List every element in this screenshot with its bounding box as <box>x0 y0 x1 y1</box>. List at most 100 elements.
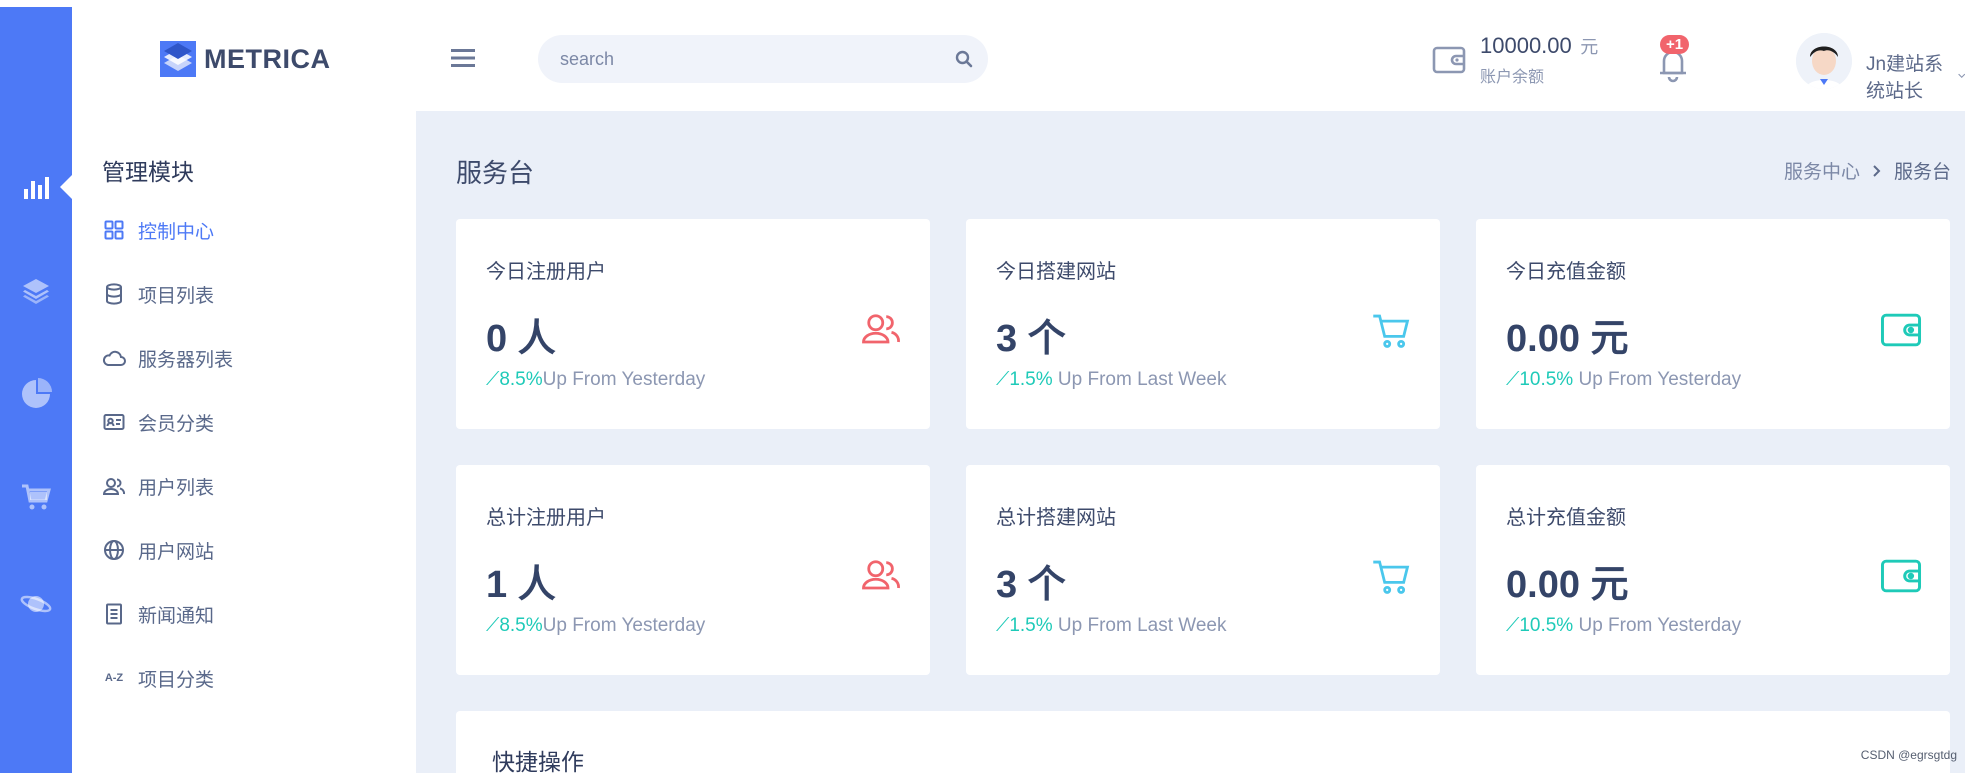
card-trend: ⟋1.5% Up From Last Week <box>996 369 1227 391</box>
cart-icon <box>22 484 51 510</box>
rail-layers-button[interactable] <box>0 260 72 320</box>
sidebar-item-dashboard[interactable]: 控制中心 <box>102 215 214 245</box>
trend-value: 8.5% <box>499 615 543 636</box>
quick-actions-title: 快捷操作 <box>492 749 584 773</box>
chevron-right-icon <box>1873 164 1881 177</box>
sort-az-icon: A-Z <box>104 672 124 684</box>
icon-rail <box>0 7 72 773</box>
notifications-button[interactable]: +1 <box>1652 35 1696 87</box>
stat-card-today-recharge: 今日充值金额 0.00 元 ⟋10.5% Up From Yesterday <box>1476 219 1950 429</box>
document-icon <box>106 603 122 625</box>
trend-value: 1.5% <box>1009 369 1053 390</box>
stat-card-total-users: 总计注册用户 1 人 ⟋8.5%Up From Yesterday <box>456 465 930 675</box>
trend-text: Up From Last Week <box>1052 369 1227 390</box>
logo[interactable]: METRICA <box>160 41 331 77</box>
watermark: CSDN @egrsgtdg <box>1860 748 1957 762</box>
cart-icon <box>1373 560 1410 594</box>
card-value: 0 人 <box>486 318 556 360</box>
wallet-icon <box>1432 46 1466 74</box>
topbar: METRICA 10000.00 元 账户余额 <box>72 7 1965 111</box>
main-content: 服务台 服务中心 服务台 今日注册用户 0 人 ⟋8.5%Up From Yes… <box>416 111 1965 773</box>
search-input[interactable] <box>560 35 920 83</box>
sidebar-item-projects[interactable]: 项目列表 <box>102 279 214 309</box>
trend-text: Up From Yesterday <box>1573 615 1742 636</box>
sidebar-item-servers[interactable]: 服务器列表 <box>102 343 233 373</box>
cloud-icon <box>102 350 126 366</box>
trend-text: Up From Yesterday <box>542 615 706 636</box>
trend-up-icon: ⟋ <box>486 369 500 390</box>
breadcrumb-link[interactable]: 服务中心 <box>1784 157 1860 184</box>
trend-text: Up From Last Week <box>1052 615 1227 636</box>
user-name: Jn建站系统站长 <box>1866 54 1944 102</box>
card-trend: ⟋10.5% Up From Yesterday <box>1506 369 1741 391</box>
sidebar-item-label: 控制中心 <box>138 221 215 243</box>
trend-value: 1.5% <box>1009 615 1053 636</box>
card-value: 1 人 <box>486 564 556 606</box>
trend-up-icon: ⟋ <box>1506 369 1520 390</box>
sidebar-item-news[interactable]: 新闻通知 <box>102 599 214 629</box>
logo-icon <box>160 41 196 77</box>
sidebar-item-user-sites[interactable]: 用户网站 <box>102 535 214 565</box>
sidebar-item-label: 项目分类 <box>138 669 215 691</box>
balance-label: 账户余额 <box>1480 69 1545 86</box>
card-label: 今日充值金额 <box>1506 261 1626 283</box>
notification-badge: +1 <box>1660 35 1690 54</box>
card-value: 0.00 元 <box>1506 564 1629 606</box>
card-value: 3 个 <box>996 318 1066 360</box>
breadcrumb: 服务中心 服务台 <box>1784 157 1951 184</box>
card-label: 总计搭建网站 <box>996 507 1116 529</box>
card-trend: ⟋8.5%Up From Yesterday <box>486 615 705 637</box>
card-trend: ⟋1.5% Up From Last Week <box>996 615 1227 637</box>
sidebar-item-member-categories[interactable]: 会员分类 <box>102 407 214 437</box>
logo-text: METRICA <box>204 43 331 74</box>
stat-card-total-recharge: 总计充值金额 0.00 元 ⟋10.5% Up From Yesterday <box>1476 465 1950 675</box>
breadcrumb-current: 服务台 <box>1893 162 1951 183</box>
card-label: 总计充值金额 <box>1506 507 1626 529</box>
grid-icon <box>104 220 124 240</box>
sidebar: 管理模块 控制中心 项目列表 服务器列表 会员分类 用户列表 用户网站 新闻通知… <box>72 111 416 773</box>
trend-text: Up From Yesterday <box>1573 369 1742 390</box>
card-trend: ⟋10.5% Up From Yesterday <box>1506 615 1741 637</box>
sidebar-item-label: 服务器列表 <box>138 349 234 371</box>
page-title: 服务台 <box>456 158 535 188</box>
rail-cart-button[interactable] <box>0 467 72 527</box>
balance-amount: 10000.00 <box>1480 33 1572 58</box>
cart-icon <box>1373 314 1410 348</box>
sidebar-item-label: 用户列表 <box>138 477 215 499</box>
rail-planet-button[interactable] <box>0 574 72 634</box>
trend-text: Up From Yesterday <box>542 369 706 390</box>
users-icon <box>862 314 900 344</box>
card-label: 今日注册用户 <box>486 261 606 283</box>
search-bar <box>538 35 988 83</box>
trend-up-icon: ⟋ <box>1506 615 1520 636</box>
trend-up-icon: ⟋ <box>996 369 1010 390</box>
globe-icon <box>104 540 124 560</box>
sidebar-item-label: 新闻通知 <box>138 605 215 627</box>
planet-icon <box>20 595 52 613</box>
sidebar-item-project-categories[interactable]: A-Z 项目分类 <box>102 663 214 693</box>
rail-pie-button[interactable] <box>0 364 72 424</box>
chevron-down-icon <box>1957 73 1965 79</box>
card-label: 总计注册用户 <box>486 507 606 529</box>
quick-actions-panel: 快捷操作 <box>456 711 1950 773</box>
users-icon <box>102 478 126 495</box>
avatar[interactable] <box>1796 33 1852 89</box>
stat-card-total-sites: 总计搭建网站 3 个 ⟋1.5% Up From Last Week <box>966 465 1440 675</box>
pie-chart-icon <box>22 378 52 408</box>
rail-active-indicator <box>60 175 72 199</box>
search-icon <box>955 50 973 68</box>
bar-chart-icon <box>24 177 49 199</box>
layers-icon <box>23 279 49 304</box>
menu-toggle-button[interactable] <box>450 45 476 71</box>
user-menu[interactable]: Jn建站系统站长 <box>1866 49 1965 103</box>
avatar-icon <box>1796 33 1852 89</box>
trend-up-icon: ⟋ <box>486 615 500 636</box>
wallet-icon <box>1880 559 1922 593</box>
sidebar-item-label: 项目列表 <box>138 285 215 307</box>
card-value: 0.00 元 <box>1506 318 1629 360</box>
sidebar-item-users[interactable]: 用户列表 <box>102 471 214 501</box>
search-button[interactable] <box>940 35 988 83</box>
trend-value: 10.5% <box>1519 369 1574 390</box>
sidebar-title: 管理模块 <box>102 159 194 185</box>
sidebar-item-label: 用户网站 <box>138 541 215 563</box>
